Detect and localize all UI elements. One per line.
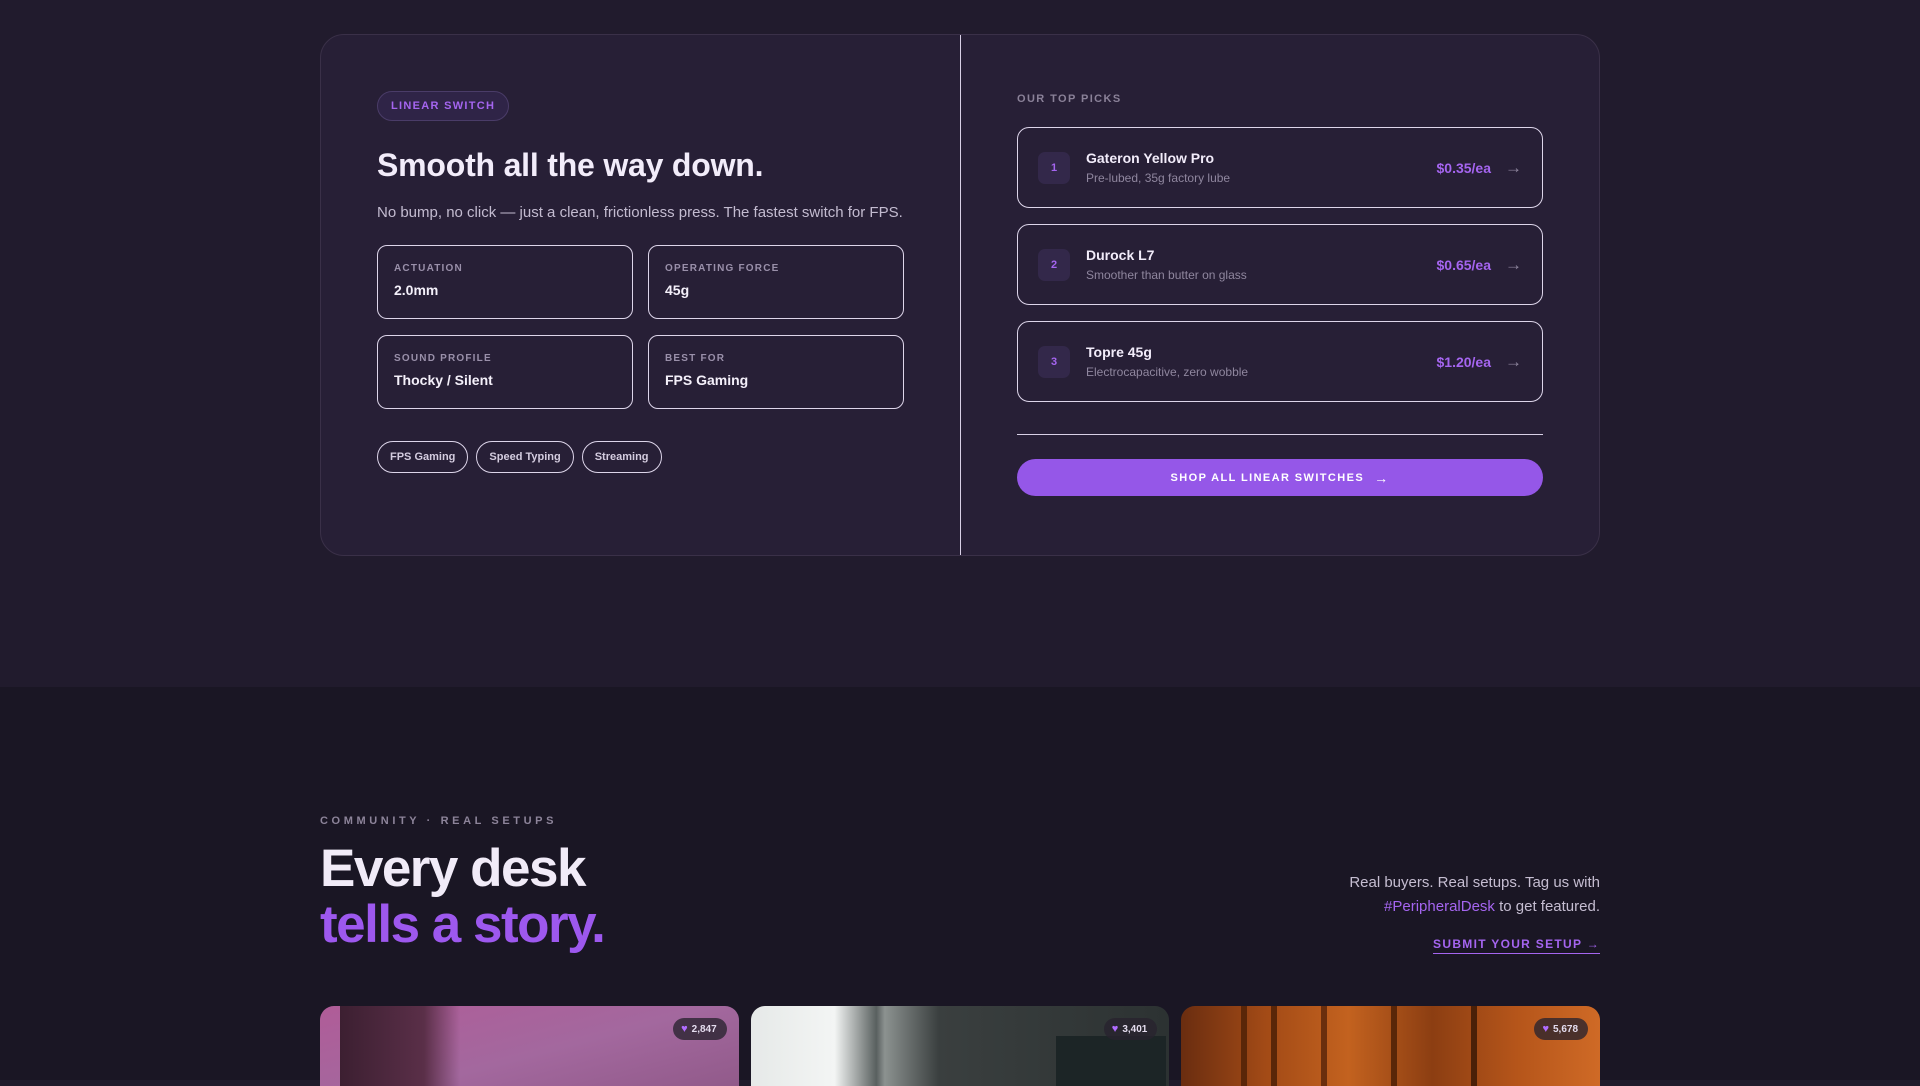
pick-desc: Pre-lubed, 35g factory lube: [1086, 171, 1231, 185]
tag-fps-gaming[interactable]: FPS Gaming: [377, 441, 469, 473]
heart-icon: ♥: [1111, 1023, 1119, 1035]
switch-type-badge: LINEAR SWITCH: [377, 91, 510, 121]
pick-item-durock-l7[interactable]: 2 Durock L7 Smoother than butter on glas…: [1017, 224, 1543, 305]
spec-label: BEST FOR: [665, 353, 726, 364]
spec-value: 45g: [665, 282, 690, 298]
pick-desc: Electrocapacitive, zero wobble: [1086, 365, 1249, 379]
setup-card[interactable]: ♥ 3,401: [750, 1006, 1170, 1086]
heart-icon: ♥: [1542, 1023, 1549, 1035]
pick-text: Topre 45g Electrocapacitive, zero wobble: [1086, 344, 1437, 379]
arrow-right-icon: →: [1374, 469, 1390, 486]
spec-sound-profile: SOUND PROFILE Thocky / Silent: [377, 335, 633, 409]
spec-value: 2.0mm: [394, 282, 439, 298]
spec-best-for: BEST FOR FPS Gaming: [648, 335, 904, 409]
divider: [1017, 434, 1543, 435]
spec-value: Thocky / Silent: [394, 372, 493, 388]
switch-info-panel: LINEAR SWITCH Smooth all the way down. N…: [321, 35, 961, 555]
submit-your-setup-link[interactable]: SUBMIT YOUR SETUP →: [1433, 937, 1600, 954]
use-case-tags: FPS Gaming Speed Typing Streaming: [377, 441, 904, 473]
setup-gallery: ♥ 2,847 ♥ 3,401 ♥ 5,678: [320, 1006, 1601, 1086]
like-count-badge[interactable]: ♥ 5,678: [1534, 1018, 1589, 1040]
tag-speed-typing[interactable]: Speed Typing: [476, 441, 574, 473]
switch-headline: Smooth all the way down.: [377, 147, 764, 183]
spec-label: ACTUATION: [394, 263, 463, 274]
pick-price: $0.65/ea: [1436, 256, 1492, 273]
switch-subtitle: No bump, no click — just a clean, fricti…: [377, 204, 903, 221]
like-count-badge[interactable]: ♥ 3,401: [1103, 1018, 1158, 1040]
arrow-right-icon: →: [1505, 254, 1522, 274]
arrow-right-icon: →: [1505, 351, 1522, 371]
pick-rank: 1: [1038, 151, 1070, 184]
setup-card[interactable]: ♥ 5,678: [1181, 1006, 1601, 1086]
pick-name: Gateron Yellow Pro: [1086, 150, 1215, 166]
pick-price: $1.20/ea: [1436, 353, 1492, 370]
spec-label: SOUND PROFILE: [394, 353, 492, 364]
community-header: COMMUNITY · REAL SETUPS Every desk tells…: [320, 815, 1600, 954]
picks-heading: OUR TOP PICKS: [1017, 93, 1122, 105]
description-text: to get featured.: [1499, 898, 1600, 915]
switch-section: LINEAR SWITCH Smooth all the way down. N…: [0, 0, 1920, 687]
pick-item-topre-45g[interactable]: 3 Topre 45g Electrocapacitive, zero wobb…: [1017, 321, 1543, 402]
arrow-right-icon: →: [1505, 157, 1522, 177]
like-count: 3,401: [1122, 1023, 1148, 1035]
pick-name: Durock L7: [1086, 247, 1155, 263]
pick-rank: 3: [1038, 345, 1070, 378]
pick-item-gateron-yellow-pro[interactable]: 1 Gateron Yellow Pro Pre-lubed, 35g fact…: [1017, 127, 1543, 208]
setup-photo: [320, 1006, 739, 1086]
spec-value: FPS Gaming: [665, 372, 749, 388]
shop-button-label: SHOP ALL LINEAR SWITCHES: [1170, 471, 1365, 484]
description-text: Real buyers. Real setups. Tag us with: [1349, 874, 1600, 891]
pick-text: Durock L7 Smoother than butter on glass: [1086, 247, 1437, 282]
pick-list: 1 Gateron Yellow Pro Pre-lubed, 35g fact…: [1017, 127, 1543, 402]
pick-name: Topre 45g: [1086, 344, 1152, 360]
setup-photo: [1181, 1006, 1601, 1086]
community-side-copy: Real buyers. Real setups. Tag us with #P…: [1349, 871, 1600, 954]
pick-text: Gateron Yellow Pro Pre-lubed, 35g factor…: [1086, 150, 1437, 185]
community-eyebrow: COMMUNITY · REAL SETUPS: [320, 815, 558, 827]
top-picks-panel: OUR TOP PICKS 1 Gateron Yellow Pro Pre-l…: [961, 35, 1599, 555]
community-description: Real buyers. Real setups. Tag us with #P…: [1349, 871, 1600, 919]
pick-rank: 2: [1038, 248, 1070, 281]
like-count: 2,847: [691, 1023, 717, 1035]
spec-label: OPERATING FORCE: [665, 263, 780, 274]
pick-desc: Smoother than butter on glass: [1086, 268, 1247, 282]
spec-actuation: ACTUATION 2.0mm: [377, 245, 633, 319]
pick-price: $0.35/ea: [1436, 159, 1492, 176]
like-count-badge[interactable]: ♥ 2,847: [673, 1018, 727, 1040]
spec-grid: ACTUATION 2.0mm OPERATING FORCE 45g SOUN…: [377, 245, 904, 409]
setup-photo: [750, 1006, 1170, 1086]
heart-icon: ♥: [681, 1023, 688, 1035]
shop-all-linear-switches-button[interactable]: SHOP ALL LINEAR SWITCHES →: [1017, 459, 1543, 496]
spec-operating-force: OPERATING FORCE 45g: [648, 245, 904, 319]
setup-card[interactable]: ♥ 2,847: [320, 1006, 739, 1086]
like-count: 5,678: [1552, 1023, 1579, 1035]
tag-streaming[interactable]: Streaming: [581, 441, 662, 473]
switch-card: LINEAR SWITCH Smooth all the way down. N…: [320, 34, 1600, 556]
hashtag-link[interactable]: #PeripheralDesk: [1384, 898, 1495, 915]
